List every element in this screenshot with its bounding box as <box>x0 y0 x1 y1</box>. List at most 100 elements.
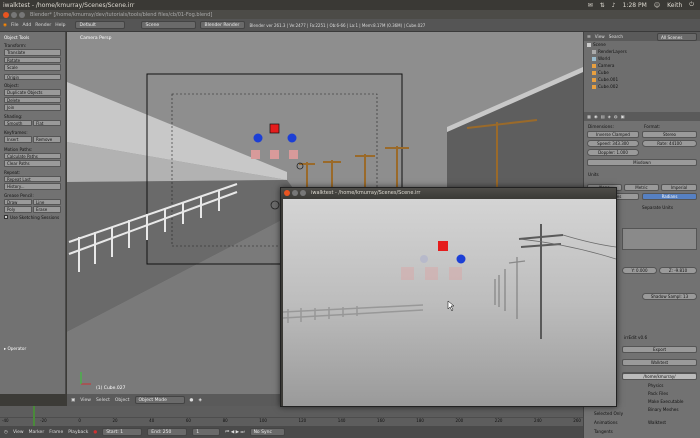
outliner-item[interactable]: RenderLayers <box>584 48 700 55</box>
record-icon[interactable]: ● <box>93 430 97 435</box>
history-button[interactable]: History... <box>4 183 61 190</box>
outliner-scenes-select[interactable]: All Scenes <box>657 32 697 41</box>
render-engine-select[interactable]: Blender Render <box>200 21 246 29</box>
rate-field[interactable]: Rate: 44100 <box>642 140 697 147</box>
units-metric-button[interactable]: Metric <box>624 184 659 191</box>
scene-tab-icon[interactable]: ◈ <box>608 114 611 119</box>
playback-controls-icon[interactable]: ⏮ ◀ ▶ ⏭ <box>225 429 244 435</box>
menu-frame[interactable]: Frame <box>49 430 63 435</box>
pivot-icon[interactable]: ◈ <box>198 398 201 403</box>
outliner-item[interactable]: Cube <box>584 69 700 76</box>
volume-icon[interactable]: ♪ <box>612 2 616 9</box>
tangents-checkbox[interactable]: Tangents <box>594 429 613 434</box>
gravity-z-field[interactable]: Z: -9.810 <box>659 267 697 274</box>
menu-add[interactable]: Add <box>22 23 31 28</box>
outliner-item[interactable]: Camera <box>584 62 700 69</box>
line-button[interactable]: Line <box>33 198 61 205</box>
sync-select[interactable]: No Sync <box>249 428 285 436</box>
menu-select[interactable]: Select <box>96 398 110 403</box>
maximize-window-icon[interactable] <box>19 11 25 18</box>
flat-button[interactable]: Flat <box>33 119 61 126</box>
export-button[interactable]: Export <box>622 346 697 353</box>
delete-button[interactable]: Delete <box>4 96 61 103</box>
mixdown-button[interactable]: Mixdown <box>587 159 697 166</box>
translate-button[interactable]: Translate <box>4 49 61 56</box>
properties-editor-icon[interactable]: ▦ <box>587 114 591 119</box>
outliner-view-menu[interactable]: View <box>595 34 605 39</box>
radians-button[interactable]: Radians <box>642 193 697 200</box>
units-panel-header[interactable]: Units <box>588 172 599 177</box>
calculate-paths-button[interactable]: Calculate Paths <box>4 152 61 159</box>
smooth-button[interactable]: Smooth <box>4 119 32 126</box>
layout-select[interactable]: Default <box>75 21 126 29</box>
rotate-button[interactable]: Rotate <box>4 56 61 63</box>
timeline[interactable]: -40 -20 0 20 40 60 80 100 120 140 160 18… <box>0 406 583 426</box>
repeat-last-button[interactable]: Repeat Last <box>4 175 61 182</box>
timeline-editor-icon[interactable]: ◷ <box>4 430 8 435</box>
menu-tl-view[interactable]: View <box>13 430 24 435</box>
outliner-item[interactable]: Cube.001 <box>584 76 700 83</box>
make-executable-checkbox[interactable]: Make Executable <box>648 399 684 404</box>
menu-file[interactable]: File <box>11 23 19 28</box>
outliner-item[interactable]: Scene <box>584 41 700 48</box>
outliner-item[interactable]: Cube.002 <box>584 83 700 90</box>
erase-button[interactable]: Erase <box>33 206 61 213</box>
draw-button[interactable]: Draw <box>4 198 32 205</box>
outliner-editor-icon[interactable]: ☰ <box>587 34 591 39</box>
scale-button[interactable]: Scale <box>4 64 61 71</box>
start-frame-field[interactable]: Start: 1 <box>102 428 143 436</box>
separate-units-label[interactable]: Separate Units <box>642 205 673 210</box>
object-tab-icon[interactable]: ▣ <box>620 114 624 119</box>
doppler-field[interactable]: Doppler: 1.000 <box>587 149 639 156</box>
poly-button[interactable]: Poly <box>4 206 32 213</box>
outliner[interactable]: ☰ View Search All Scenes Scene RenderLay… <box>583 32 700 112</box>
mode-select[interactable]: Object Mode <box>134 396 185 404</box>
output-dir-field[interactable]: /home/kmurray/ <box>622 373 697 380</box>
layers-tab-icon[interactable]: ▤ <box>601 114 605 119</box>
menu-render[interactable]: Render <box>35 23 51 28</box>
clear-paths-button[interactable]: Clear Paths <box>4 160 61 167</box>
tool-shelf-header[interactable]: Object Tools <box>4 35 61 40</box>
pack-files-checkbox[interactable]: Pack Files <box>648 391 668 396</box>
physics-checkbox[interactable]: Physics <box>648 383 664 388</box>
close-window-icon[interactable] <box>3 11 9 18</box>
operator-panel-header[interactable]: ▸ Operator <box>4 346 26 351</box>
menu-playback[interactable]: Playback <box>68 430 88 435</box>
network-icon[interactable]: ⇅ <box>600 2 605 9</box>
shadow-samples-field[interactable]: Shadow Sampl: 13 <box>642 293 697 300</box>
origin-button[interactable]: Origin <box>4 73 61 80</box>
duplicate-objects-button[interactable]: Duplicate Objects <box>4 89 61 96</box>
clock[interactable]: 1:28 PM <box>623 2 647 9</box>
format-select[interactable]: Stereo <box>642 131 697 138</box>
current-frame-field[interactable]: 1 <box>192 428 221 436</box>
units-imperial-button[interactable]: Imperial <box>661 184 697 191</box>
remove-keyframe-button[interactable]: Remove <box>33 136 61 143</box>
animations-checkbox[interactable]: Animations <box>594 420 618 425</box>
shading-icon[interactable]: ● <box>190 398 194 403</box>
iwalktest-window[interactable]: iwalktest - /home/kmurray/Scenes/Scene.i… <box>280 187 617 407</box>
gravity-y-field[interactable]: Y: 0.000 <box>622 267 657 274</box>
menu-object[interactable]: Object <box>115 398 130 403</box>
menu-marker[interactable]: Marker <box>29 430 45 435</box>
menu-view[interactable]: View <box>80 398 91 403</box>
minimize-window-icon[interactable] <box>292 190 298 196</box>
maximize-window-icon[interactable] <box>300 190 306 196</box>
fog-scene-render[interactable] <box>283 199 616 406</box>
render-tab-icon[interactable]: ◉ <box>594 114 598 119</box>
scene-select[interactable]: Scene <box>141 21 197 29</box>
editor-type-icon[interactable]: ▣ <box>71 398 75 403</box>
speed-field[interactable]: Speed: 343.300 <box>587 140 639 147</box>
menu-help[interactable]: Help <box>55 23 65 28</box>
distance-model-select[interactable]: Inverse Clamped <box>587 131 639 138</box>
binary-meshes-checkbox[interactable]: Binary Meshes <box>648 407 679 412</box>
walktest-button[interactable]: Walktest <box>622 359 697 366</box>
outliner-search-menu[interactable]: Search <box>609 34 623 39</box>
selected-only-checkbox[interactable]: Selected Only <box>594 411 623 416</box>
blender-logo-icon[interactable]: ◉ <box>3 23 7 28</box>
close-window-icon[interactable] <box>284 190 290 196</box>
insert-keyframe-button[interactable]: Insert <box>4 136 32 143</box>
outliner-item[interactable]: World <box>584 55 700 62</box>
walktest-checkbox[interactable]: Walktest <box>648 420 666 425</box>
user-name[interactable]: Keith <box>667 2 682 9</box>
sketching-checkbox[interactable] <box>4 215 8 219</box>
